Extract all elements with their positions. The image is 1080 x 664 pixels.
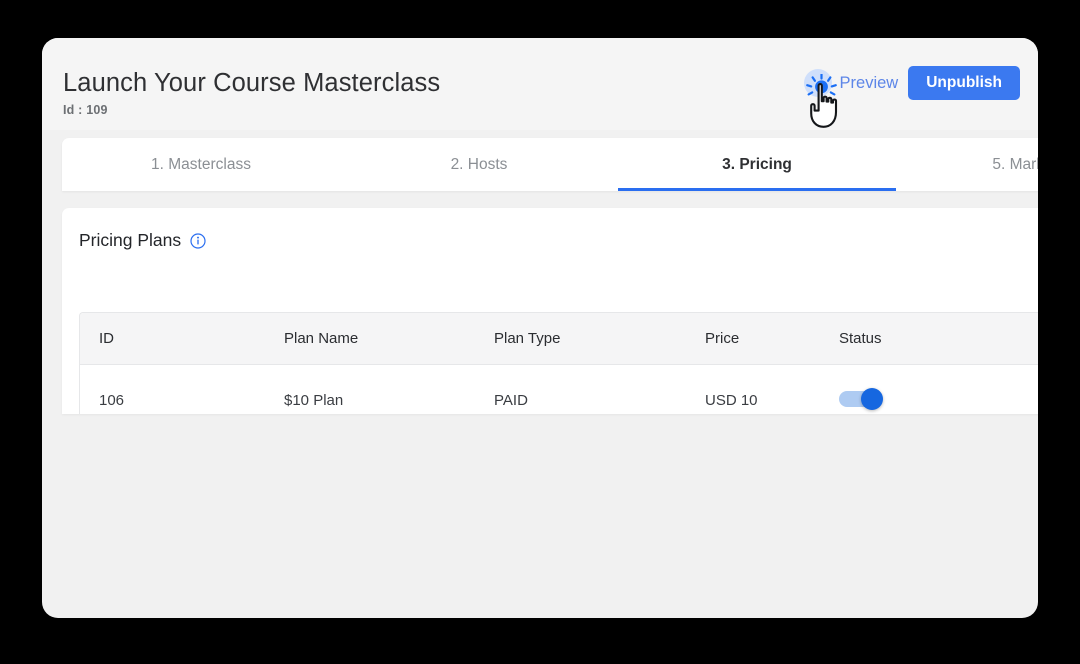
tab-label: 5. Marketing	[992, 155, 1038, 173]
unpublish-button[interactable]: Unpublish	[908, 66, 1020, 100]
section-title: Pricing Plans	[79, 230, 182, 250]
cell-plan-name: $10 Plan	[284, 392, 344, 409]
page-title: Launch Your Course Masterclass	[63, 69, 441, 97]
tab-hosts[interactable]: 2. Hosts	[340, 138, 618, 191]
status-toggle-switch[interactable]	[839, 387, 885, 410]
preview-icon-highlight	[803, 69, 832, 97]
tab-label: 3. Pricing	[722, 155, 792, 173]
tab-masterclass[interactable]: 1. Masterclass	[62, 138, 340, 191]
tab-pricing[interactable]: 3. Pricing	[618, 138, 896, 191]
table-row[interactable]: 106 $10 Plan PAID USD 10	[80, 365, 1038, 414]
table-header-row: ID Plan Name Plan Type Price Status	[80, 313, 1038, 365]
column-header-id: ID	[99, 330, 114, 347]
column-header-price: Price	[705, 330, 740, 347]
cell-plan-type: PAID	[494, 392, 528, 409]
tab-label: 1. Masterclass	[151, 155, 251, 173]
cell-status	[839, 387, 1038, 414]
info-circle-icon[interactable]	[190, 232, 206, 249]
screen-root: Launch Your Course Masterclass Id : 109 …	[0, 0, 1080, 664]
preview-label: Preview	[839, 73, 899, 92]
toggle-knob	[861, 387, 883, 410]
tabs-card: 1. Masterclass 2. Hosts 3. Pricing 5. Ma…	[62, 138, 1038, 191]
tab-label: 2. Hosts	[450, 155, 508, 173]
column-header-plan-type: Plan Type	[494, 330, 561, 347]
tab-marketing[interactable]: 5. Marketing	[896, 138, 1038, 191]
column-header-status: Status	[839, 330, 882, 347]
section-header: Pricing Plans	[79, 230, 206, 251]
pricing-plans-table: ID Plan Name Plan Type Price Status 106 …	[79, 312, 1038, 414]
tabs-row: 1. Masterclass 2. Hosts 3. Pricing 5. Ma…	[62, 138, 1038, 191]
app-window-card: Launch Your Course Masterclass Id : 109 …	[42, 38, 1038, 618]
page-id-subtitle: Id : 109	[63, 103, 108, 117]
column-header-plan-name: Plan Name	[284, 330, 359, 347]
page-header: Launch Your Course Masterclass Id : 109 …	[42, 38, 1038, 130]
cell-price: USD 10	[705, 392, 758, 409]
pricing-plans-card: Pricing Plans ID Plan Name Plan Type Pri…	[62, 208, 1038, 414]
preview-button[interactable]: Preview	[802, 69, 899, 97]
cell-id: 106	[99, 392, 125, 409]
header-actions: Preview Unpublish	[802, 66, 1020, 100]
